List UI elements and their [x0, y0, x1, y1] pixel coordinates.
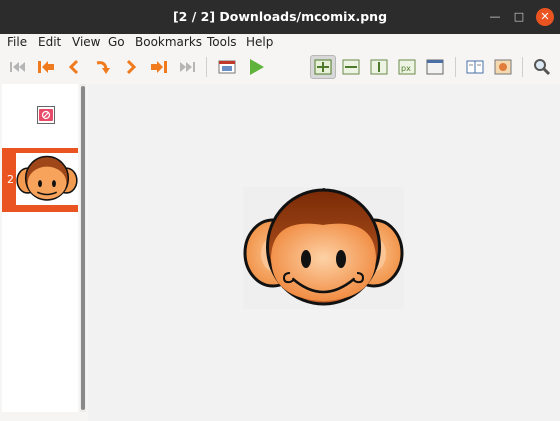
toolbar-separator [206, 57, 207, 77]
menu-bookmarks[interactable]: Bookmarks [135, 35, 202, 49]
menu-file[interactable]: File [7, 35, 27, 49]
menu-go[interactable]: Go [108, 35, 125, 49]
thumbnail-page-number: 2 [7, 173, 14, 186]
menu-edit[interactable]: Edit [38, 35, 61, 49]
maximize-icon[interactable]: □ [511, 10, 527, 24]
toolbar-separator [522, 57, 523, 77]
slideshow-icon[interactable] [216, 56, 238, 78]
minimize-icon[interactable]: — [487, 10, 503, 24]
double-page-icon[interactable] [464, 56, 486, 78]
mcomix-monkey-thumbnail [16, 155, 78, 201]
close-icon[interactable]: ✕ [536, 8, 554, 26]
magnifier-icon[interactable] [531, 56, 553, 78]
rotate-icon[interactable] [91, 56, 113, 78]
menu-tools[interactable]: Tools [207, 35, 237, 49]
sidebar-scrollbar-thumb[interactable] [81, 86, 85, 410]
menu-view[interactable]: View [72, 35, 100, 49]
broken-image-icon [37, 106, 55, 124]
thumbnail-image [16, 153, 78, 205]
window-title: [2 / 2] Downloads/mcomix.png [172, 9, 388, 24]
toolbar: px [0, 52, 560, 82]
thumbnail-sidebar: 2 [2, 84, 78, 412]
first-archive-icon[interactable] [35, 56, 57, 78]
play-icon[interactable] [245, 56, 267, 78]
next-page-icon[interactable] [120, 56, 142, 78]
toolbar-separator [455, 57, 456, 77]
last-archive-icon[interactable] [148, 56, 170, 78]
current-image [243, 187, 404, 309]
previous-page-icon[interactable] [63, 56, 85, 78]
fit-height-icon[interactable] [368, 56, 390, 78]
last-page-icon[interactable] [176, 56, 198, 78]
thumbnail-page-1[interactable] [37, 106, 55, 124]
manga-mode-icon[interactable] [492, 56, 514, 78]
first-page-icon[interactable] [7, 56, 29, 78]
fit-screen-icon[interactable] [424, 56, 446, 78]
window-titlebar: [2 / 2] Downloads/mcomix.png — □ ✕ [0, 0, 560, 34]
svg-text:px: px [401, 64, 411, 73]
manual-zoom-icon[interactable]: px [396, 56, 418, 78]
menu-bar: File Edit View Go Bookmarks Tools Help [0, 34, 560, 52]
fit-width-icon[interactable] [340, 56, 362, 78]
best-fit-icon[interactable] [310, 55, 336, 79]
menu-help[interactable]: Help [246, 35, 273, 49]
thumbnail-page-2[interactable]: 2 [2, 148, 78, 212]
mcomix-monkey-logo [243, 188, 404, 306]
